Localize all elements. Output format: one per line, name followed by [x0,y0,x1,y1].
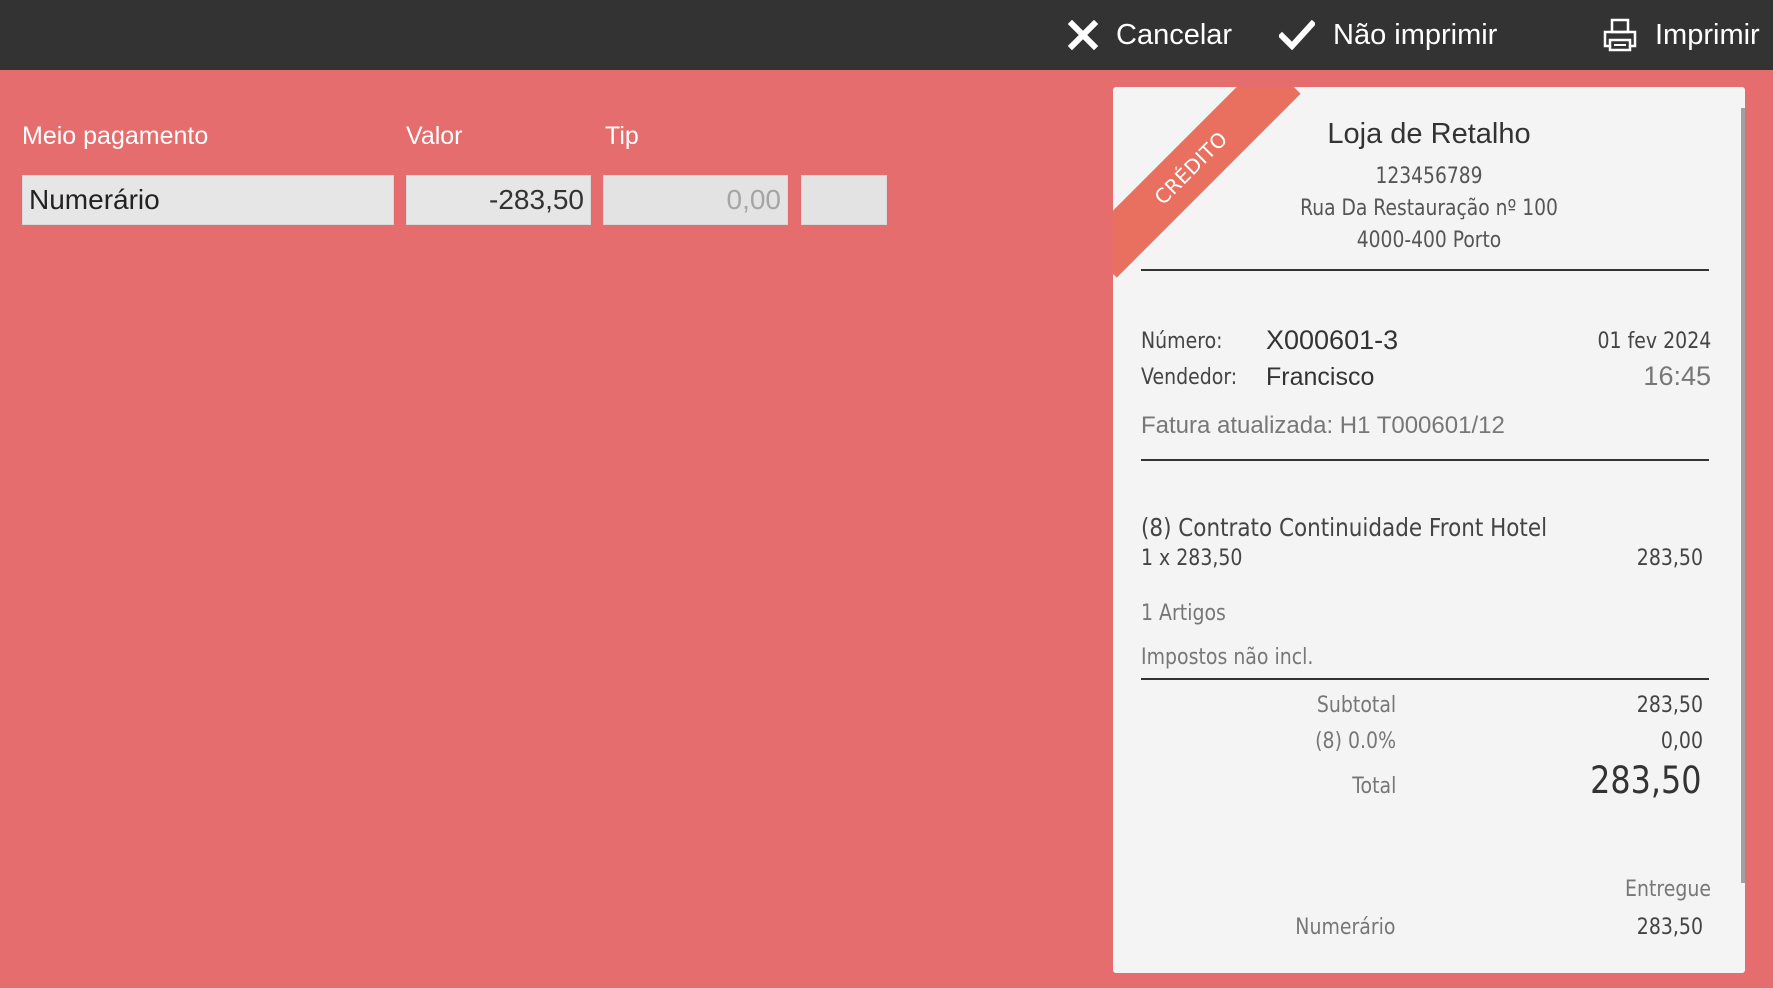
divider [1141,269,1709,271]
item-name: (8) Contrato Continuidade Front Hotel [1141,513,1548,542]
store-address-line1: Rua Da Restauração nº 100 [1300,196,1558,221]
check-icon [1279,20,1315,50]
total-value: 283,50 [1589,759,1701,802]
close-icon [1068,20,1098,50]
column-header-amount: Valor [406,122,463,150]
printer-icon [1603,18,1637,52]
top-toolbar: Cancelar Não imprimir Imprimir [0,0,1773,70]
receipt-time: 16:45 [1643,361,1711,391]
tax-value: 0,00 [1660,729,1703,754]
column-header-method: Meio pagamento [22,122,209,150]
no-print-label: Não imprimir [1333,18,1498,51]
receipt-preview: CRÉDITO Loja de Retalho 123456789 Rua Da… [1113,87,1745,973]
payment-method-label: Numerário [1295,915,1396,940]
no-print-button[interactable]: Não imprimir [1279,0,1497,70]
payment-amount-field[interactable]: -283,50 [406,175,591,225]
updated-invoice: Fatura atualizada: H1 T000601/12 [1141,412,1505,439]
column-header-tip: Tip [605,122,639,150]
total-label: Total [1351,774,1396,799]
store-name: Loja de Retalho [1327,118,1531,150]
payment-amount: 283,50 [1636,915,1703,940]
tip-field[interactable]: 0,00 [603,175,788,225]
receipt-number: X000601-3 [1266,325,1399,355]
payment-method-field[interactable]: Numerário [22,175,394,225]
seller-label: Vendedor: [1141,365,1238,390]
receipt-scrollbar[interactable] [1741,108,1745,883]
seller-name: Francisco [1266,363,1375,391]
print-button[interactable]: Imprimir [1603,0,1760,70]
cancel-label: Cancelar [1116,18,1233,51]
item-count: 1 Artigos [1141,601,1226,626]
store-address-line2: 4000-400 Porto [1356,228,1502,253]
subtotal-value: 283,50 [1636,693,1703,718]
cancel-button[interactable]: Cancelar [1068,0,1232,70]
tax-note: Impostos não incl. [1141,645,1314,670]
tax-label: (8) 0.0% [1315,729,1396,754]
store-tax-id: 123456789 [1375,164,1483,189]
subtotal-label: Subtotal [1316,693,1396,718]
number-label: Número: [1141,329,1223,354]
item-total: 283,50 [1636,546,1703,571]
item-qty-price: 1 x 283,50 [1141,546,1243,571]
extra-field[interactable] [801,175,887,225]
receipt-date: 01 fev 2024 [1597,329,1711,354]
print-label: Imprimir [1655,18,1760,51]
divider [1141,459,1709,461]
delivered-label: Entregue [1624,877,1711,902]
divider [1141,678,1709,680]
